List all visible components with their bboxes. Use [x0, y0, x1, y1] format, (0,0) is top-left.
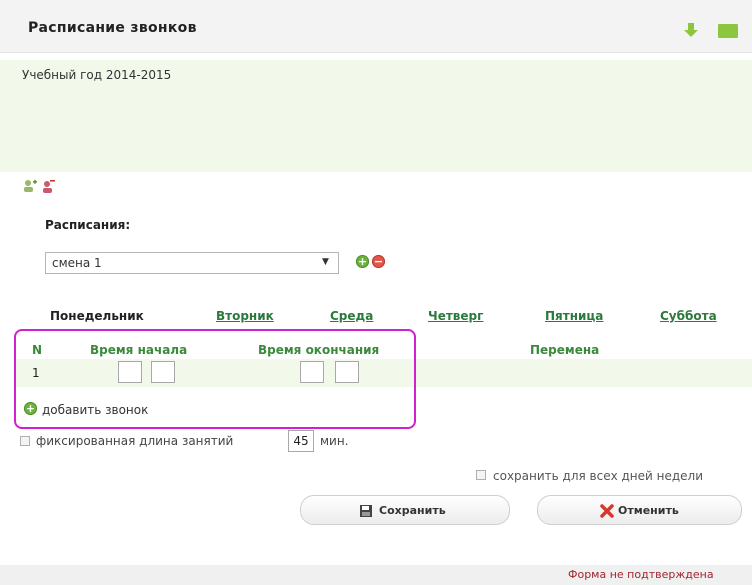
- school-year-label: Учебный год 2014-2015: [22, 68, 172, 82]
- form-status: Форма не подтверждена: [568, 568, 714, 581]
- highlight-frame: [14, 329, 416, 429]
- cancel-button-label: Отменить: [618, 504, 679, 517]
- school-year-panel: Учебный год 2014-2015: [0, 60, 752, 172]
- lesson-length-input[interactable]: 45: [288, 430, 314, 452]
- remove-person-icon[interactable]: [40, 178, 56, 194]
- fixed-length-checkbox[interactable]: [20, 436, 30, 446]
- add-schedule-icon[interactable]: +: [356, 255, 369, 268]
- page-title: Расписание звонков: [28, 20, 197, 36]
- download-arrow-icon[interactable]: [683, 22, 699, 38]
- tab-friday[interactable]: Пятница: [545, 309, 603, 323]
- tab-saturday[interactable]: Суббота: [660, 309, 717, 323]
- schedules-label: Расписания:: [45, 218, 131, 232]
- tab-tuesday[interactable]: Вторник: [216, 309, 274, 323]
- save-button[interactable]: Сохранить: [300, 495, 510, 525]
- form-status-bar: Форма не подтверждена: [0, 565, 752, 585]
- tab-thursday[interactable]: Четверг: [428, 309, 483, 323]
- floppy-disk-icon: [360, 505, 372, 517]
- tab-wednesday[interactable]: Среда: [330, 309, 373, 323]
- add-person-icon[interactable]: [22, 178, 38, 194]
- column-header-break: Перемена: [530, 343, 600, 357]
- cancel-button[interactable]: Отменить: [537, 495, 742, 525]
- schedule-select[interactable]: смена 1 ▼: [45, 252, 339, 274]
- tab-monday[interactable]: Понедельник: [50, 309, 144, 323]
- save-all-days-label: сохранить для всех дней недели: [493, 469, 704, 483]
- save-all-days-checkbox[interactable]: [476, 470, 486, 480]
- folder-icon[interactable]: [718, 24, 738, 38]
- minutes-unit: мин.: [320, 434, 349, 448]
- fixed-length-label: фиксированная длина занятий: [36, 434, 234, 448]
- cancel-x-icon: [600, 504, 614, 518]
- save-button-label: Сохранить: [379, 504, 446, 517]
- chevron-down-icon: ▼: [322, 257, 329, 267]
- page-header: Расписание звонков: [0, 0, 752, 53]
- schedule-select-value: смена 1: [52, 256, 102, 270]
- remove-schedule-icon[interactable]: −: [372, 255, 385, 268]
